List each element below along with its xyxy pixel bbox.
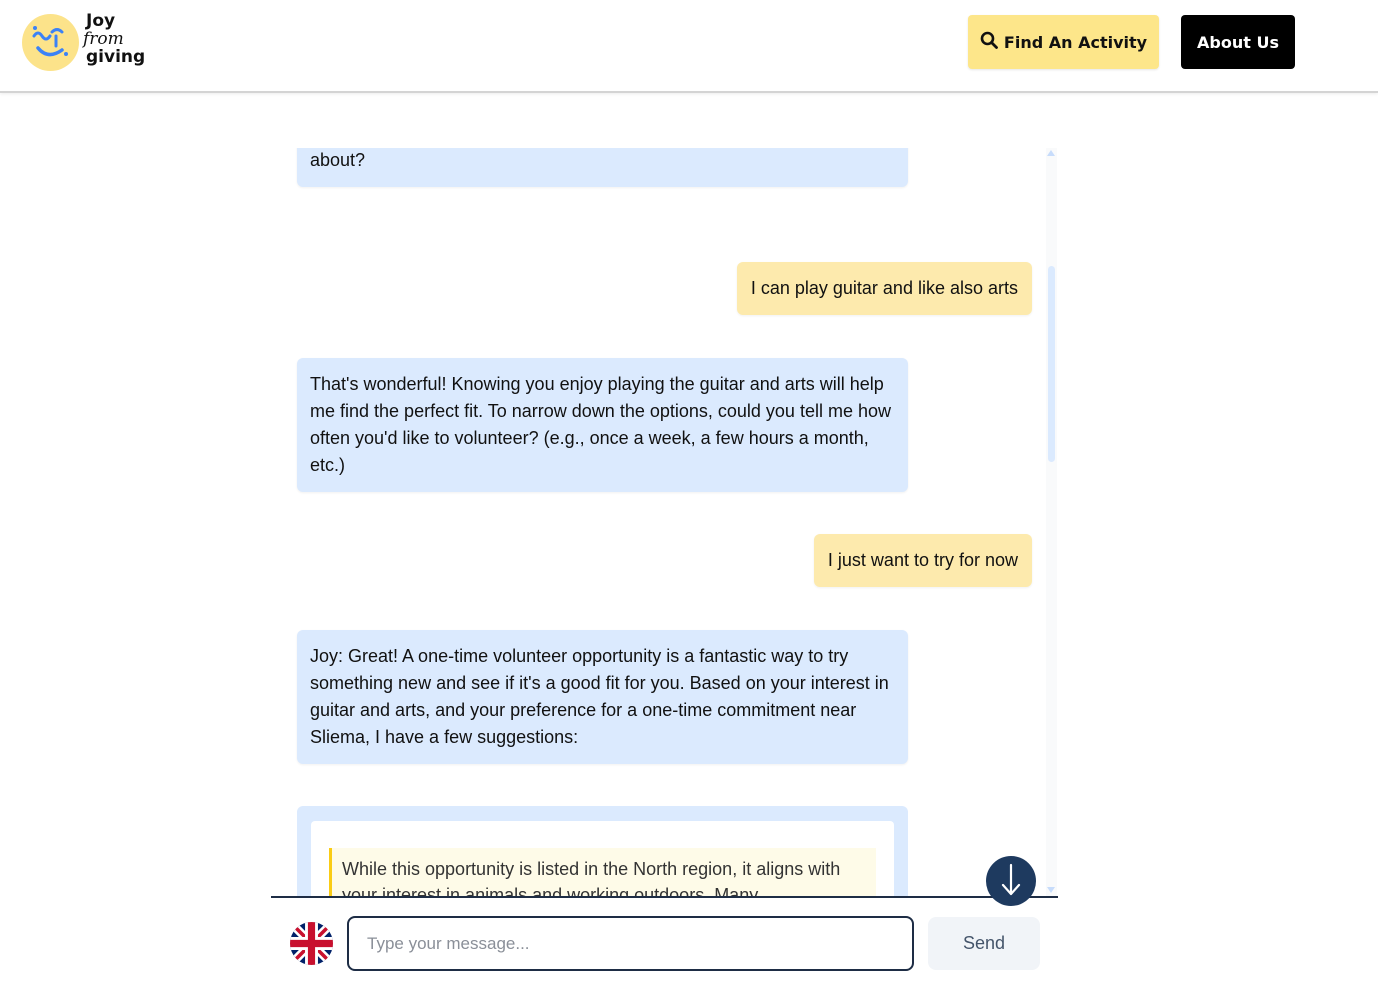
bot-message: Joy: Great! A one-time volunteer opportu… bbox=[297, 630, 908, 764]
find-activity-button[interactable]: Find An Activity bbox=[968, 15, 1159, 69]
scroll-up-arrow-icon[interactable] bbox=[1047, 150, 1055, 156]
find-activity-label: Find An Activity bbox=[1003, 32, 1148, 52]
logo-text-joy: Joy bbox=[86, 11, 116, 31]
search-icon bbox=[980, 31, 998, 53]
user-message: I just want to try for now bbox=[813, 534, 1032, 587]
logo-emblem-icon bbox=[22, 14, 79, 71]
bot-message: That's wonderful! Knowing you enjoy play… bbox=[297, 358, 908, 492]
logo-text-from: from bbox=[83, 29, 124, 49]
scroll-down-arrow-icon[interactable] bbox=[1047, 887, 1055, 893]
chat-transcript[interactable]: To make sure I find activities you'll en… bbox=[271, 148, 1058, 897]
user-message: I can play guitar and like also arts bbox=[736, 262, 1032, 315]
scroll-to-bottom-button[interactable] bbox=[986, 856, 1036, 906]
site-header: Joy from giving Find An Activity About U… bbox=[0, 0, 1378, 93]
send-button[interactable]: Send bbox=[928, 917, 1040, 970]
logo-text-giving: giving bbox=[86, 47, 146, 67]
chat-scrollbar-thumb[interactable] bbox=[1048, 266, 1055, 462]
suggestion-note: While this opportunity is listed in the … bbox=[329, 848, 876, 897]
arrow-down-icon bbox=[1000, 863, 1022, 900]
bot-message: To make sure I find activities you'll en… bbox=[297, 148, 908, 187]
suggestion-card[interactable]: While this opportunity is listed in the … bbox=[311, 821, 894, 897]
suggestion-card-container: While this opportunity is listed in the … bbox=[297, 806, 908, 897]
composer-divider bbox=[271, 896, 1058, 898]
joy-from-giving-logo[interactable]: Joy from giving bbox=[22, 12, 157, 72]
uk-flag-icon[interactable] bbox=[290, 922, 333, 965]
logo-wordmark: Joy from giving bbox=[83, 11, 166, 67]
chat-scrollbar[interactable] bbox=[1046, 148, 1057, 897]
message-input[interactable] bbox=[347, 916, 914, 971]
about-us-button[interactable]: About Us bbox=[1181, 15, 1295, 69]
